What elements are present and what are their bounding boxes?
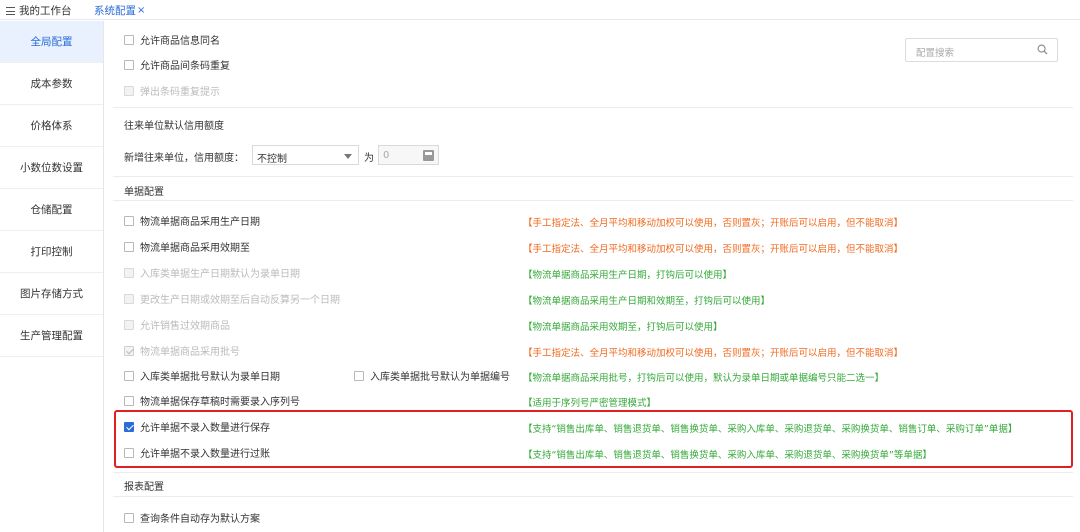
credit-amount-input: 0 (378, 145, 439, 165)
option-label: 入库类单据生产日期默认为录单日期 (140, 269, 300, 280)
doc-option-serial-on-draft[interactable]: 物流单据保存草稿时需要录入序列号 (124, 393, 300, 408)
doc-note: 【物流单据商品采用生产日期，打钩后可以使用】 (523, 270, 733, 281)
checkbox (124, 319, 134, 330)
doc-option-production-date[interactable]: 物流单据商品采用生产日期 (124, 213, 260, 228)
option-label: 允许商品信息同名 (140, 36, 220, 47)
doc-option-sell-expired: 允许销售过效期商品 (124, 317, 230, 332)
credit-limit-select[interactable]: 不控制 (252, 145, 359, 165)
section-title-docs: 单据配置 (124, 187, 164, 198)
divider (113, 200, 1073, 201)
workbench-label: 我的工作台 (19, 5, 72, 17)
option-label: 允许商品间条码重复 (140, 61, 230, 72)
divider (113, 176, 1073, 177)
doc-note: 【手工指定法、全月平均和移动加权可以使用，否则置灰；开账后可以启用，但不能取消】 (523, 218, 904, 229)
option-label: 更改生产日期或效期至后自动反算另一个日期 (140, 295, 340, 306)
option-label: 入库类单据批号默认为录单日期 (140, 372, 280, 383)
checkbox[interactable] (124, 370, 134, 381)
section-title-report: 报表配置 (124, 482, 164, 493)
sidebar-item-price[interactable]: 价格体系 (0, 105, 103, 147)
divider (113, 472, 1073, 473)
doc-option-expiry-date[interactable]: 物流单据商品采用效期至 (124, 239, 250, 254)
tab-label: 系统配置 (94, 5, 136, 17)
workbench-menu[interactable]: 我的工作台 (6, 3, 72, 18)
checkbox[interactable] (124, 59, 134, 70)
divider (113, 107, 1073, 108)
sidebar-item-cost[interactable]: 成本参数 (0, 63, 103, 105)
doc-note: 【手工指定法、全月平均和移动加权可以使用，否则置灰；开账后可以启用，但不能取消】 (523, 348, 904, 359)
doc-note: 【物流单据商品采用生产日期和效期至，打钩后可以使用】 (523, 296, 771, 307)
checkbox[interactable] (124, 241, 134, 252)
option-label: 查询条件自动存为默认方案 (140, 514, 260, 525)
option-barcode-dup-prompt: 弹出条码重复提示 (124, 83, 220, 98)
checkbox[interactable] (354, 370, 364, 381)
sidebar-item-print[interactable]: 打印控制 (0, 231, 103, 273)
section-title-credit: 往来单位默认信用额度 (124, 121, 224, 132)
sidebar-item-storage[interactable]: 仓储配置 (0, 189, 103, 231)
option-label: 弹出条码重复提示 (140, 87, 220, 98)
option-label: 物流单据商品采用效期至 (140, 243, 250, 254)
option-label: 物流单据商品采用批号 (140, 347, 240, 358)
checkbox[interactable] (124, 395, 134, 406)
option-allow-dup-barcode[interactable]: 允许商品间条码重复 (124, 57, 230, 72)
sidebar-item-production[interactable]: 生产管理配置 (0, 315, 103, 357)
sidebar-item-decimal[interactable]: 小数位数设置 (0, 147, 103, 189)
doc-option-auto-recalc: 更改生产日期或效期至后自动反算另一个日期 (124, 291, 340, 306)
checkbox[interactable] (124, 34, 134, 45)
doc-note: 【物流单据商品采用效期至，打钩后可以使用】 (523, 322, 723, 333)
option-label: 物流单据商品采用生产日期 (140, 217, 260, 228)
chevron-down-icon (344, 154, 352, 159)
sidebar: 全局配置 成本参数 价格体系 小数位数设置 仓储配置 打印控制 图片存储方式 生… (0, 21, 104, 532)
doc-option-batch-number: 物流单据商品采用批号 (124, 343, 240, 358)
checkbox (124, 345, 134, 356)
doc-option-inbound-prod-date: 入库类单据生产日期默认为录单日期 (124, 265, 300, 280)
sidebar-item-global[interactable]: 全局配置 (0, 21, 103, 63)
checkbox[interactable] (124, 215, 134, 226)
doc-option-batch-default-number[interactable]: 入库类单据批号默认为单据编号 (354, 368, 510, 383)
doc-option-batch-default-date[interactable]: 入库类单据批号默认为录单日期 (124, 368, 280, 383)
tab-system-config[interactable]: 系统配置 × (94, 3, 145, 18)
checkbox[interactable] (124, 512, 134, 523)
option-label: 允许销售过效期商品 (140, 321, 230, 332)
close-icon[interactable]: × (137, 5, 145, 16)
doc-note: 【适用于序列号严密管理模式】 (523, 398, 657, 409)
hamburger-icon (6, 6, 15, 15)
calculator-icon (423, 150, 434, 161)
checkbox (124, 85, 134, 96)
highlight-box (114, 410, 1073, 468)
checkbox (124, 293, 134, 304)
credit-for-label: 为 (364, 153, 374, 164)
search-icon[interactable] (1037, 44, 1048, 55)
checkbox (124, 267, 134, 278)
credit-label: 新增往来单位，信用额度： (124, 153, 244, 164)
doc-note: 【手工指定法、全月平均和移动加权可以使用，否则置灰；开账后可以启用，但不能取消】 (523, 244, 904, 255)
select-value: 不控制 (257, 154, 287, 165)
amount-value: 0 (383, 150, 390, 161)
top-bar: 我的工作台 系统配置 × (0, 0, 1080, 20)
config-search-input[interactable]: 配置搜索 (905, 38, 1058, 62)
report-option-auto-save[interactable]: 查询条件自动存为默认方案 (124, 510, 260, 525)
option-allow-same-name[interactable]: 允许商品信息同名 (124, 32, 220, 47)
option-label: 物流单据保存草稿时需要录入序列号 (140, 397, 300, 408)
option-label: 入库类单据批号默认为单据编号 (370, 372, 510, 383)
search-placeholder: 配置搜索 (916, 48, 955, 59)
divider (113, 496, 1073, 497)
doc-note: 【物流单据商品采用批号，打钩后可以使用，默认为录单日期或单据编号只能二选一】 (523, 373, 885, 384)
sidebar-item-image[interactable]: 图片存储方式 (0, 273, 103, 315)
